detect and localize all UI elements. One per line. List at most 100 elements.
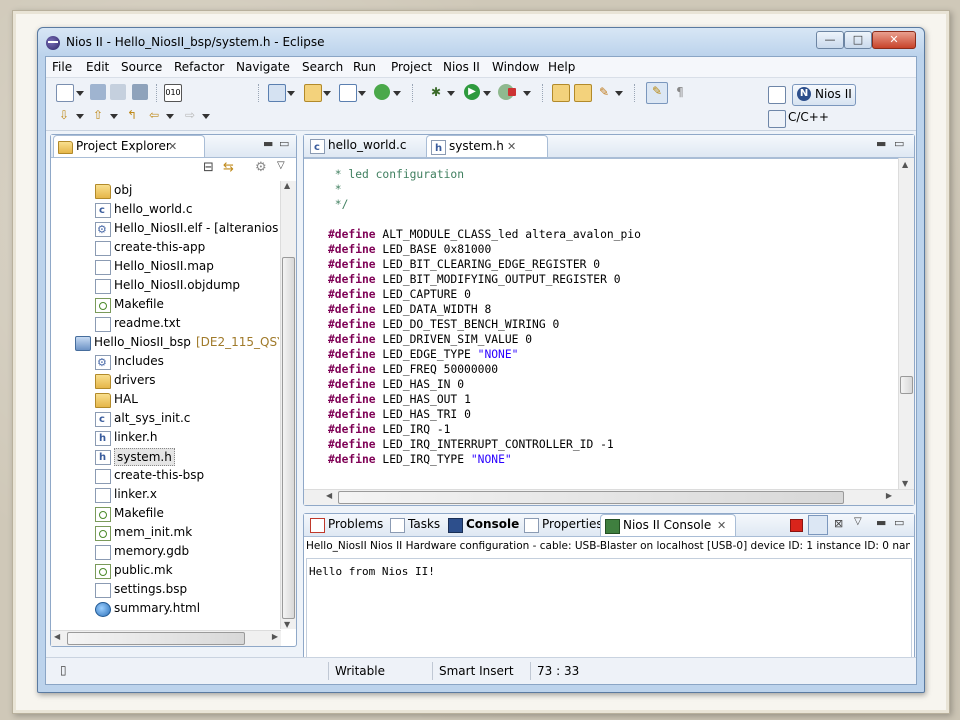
status-bar: ▯ Writable Smart Insert 73 : 33 [46, 657, 916, 684]
next-annotation-icon[interactable]: ⇩ [56, 107, 72, 123]
explorer-horizontal-scrollbar[interactable]: ◀ ▶ [51, 630, 281, 646]
close-button[interactable]: ✕ [872, 31, 916, 49]
clear-console-icon[interactable]: ⊠ [834, 517, 843, 530]
menu-navigate[interactable]: Navigate [236, 60, 290, 74]
minimize-view-icon[interactable]: ▬ [263, 137, 273, 150]
menu-help[interactable]: Help [548, 60, 575, 74]
chevron-down-icon[interactable] [483, 91, 491, 96]
perspective-c-cpp[interactable]: C/C++ [788, 110, 829, 124]
build-icon[interactable] [374, 84, 390, 100]
chevron-down-icon[interactable] [358, 91, 366, 96]
scroll-left-icon[interactable]: ◀ [326, 491, 332, 500]
menu-nios-ii[interactable]: Nios II [443, 60, 480, 74]
tab-nios-ii-console[interactable]: Nios II Console ✕ [600, 514, 736, 536]
save-all-icon[interactable] [110, 84, 126, 100]
chevron-down-icon[interactable] [76, 114, 84, 119]
pin-console-icon[interactable] [808, 515, 828, 535]
chevron-down-icon[interactable] [202, 114, 210, 119]
maximize-view-icon[interactable]: ▭ [894, 137, 904, 150]
new-folder-icon[interactable] [304, 84, 322, 102]
last-edit-icon[interactable]: ↰ [124, 107, 140, 123]
show-whitespace-icon[interactable]: ¶ [672, 84, 688, 100]
tab-project-explorer[interactable]: Project Explorer ✕ [53, 135, 205, 157]
tab-system-h[interactable]: system.h ✕ [426, 135, 548, 159]
scroll-thumb[interactable] [67, 632, 245, 645]
tab-properties[interactable]: Properties [520, 514, 606, 535]
c-cpp-perspective-icon[interactable] [768, 110, 786, 128]
tab-console[interactable]: Console [444, 514, 522, 535]
tab-tasks[interactable]: Tasks [386, 514, 452, 535]
scroll-down-icon[interactable]: ▼ [902, 479, 908, 488]
scroll-thumb[interactable] [282, 257, 295, 619]
run-icon[interactable]: ▶ [464, 84, 480, 100]
chevron-down-icon[interactable] [323, 91, 331, 96]
close-icon[interactable]: ✕ [507, 136, 516, 157]
minimize-view-icon[interactable]: ▬ [876, 137, 886, 150]
minimize-view-icon[interactable]: ▬ [876, 516, 886, 529]
scroll-down-icon[interactable]: ▼ [284, 620, 290, 629]
explorer-vertical-scrollbar[interactable]: ▲ ▼ [280, 181, 296, 629]
fast-view-icon[interactable]: ▯ [60, 663, 67, 677]
chevron-down-icon[interactable] [393, 91, 401, 96]
toggle-mark-occurrences-icon[interactable]: ✎ [646, 82, 668, 104]
menu-window[interactable]: Window [492, 60, 539, 74]
tab-hello-world-c[interactable]: hello_world.c [306, 135, 428, 158]
new-c-project-icon[interactable] [268, 84, 286, 102]
forward-icon[interactable]: ⇨ [182, 107, 198, 123]
link-with-editor-icon[interactable]: ⇆ [223, 160, 234, 175]
print-icon[interactable] [132, 84, 148, 100]
menu-run[interactable]: Run [353, 60, 376, 74]
editor-horizontal-scrollbar[interactable]: ◀ ▶ [304, 489, 914, 505]
perspective-nios-ii[interactable]: N Nios II [792, 84, 856, 106]
open-perspective-icon[interactable] [768, 86, 786, 104]
new-source-icon[interactable] [339, 84, 357, 102]
debug-icon[interactable]: ✱ [428, 84, 444, 100]
minimize-button[interactable]: — [816, 31, 844, 49]
scroll-right-icon[interactable]: ▶ [886, 491, 892, 500]
filter-icon[interactable]: ⚙ [255, 160, 267, 175]
chevron-down-icon[interactable] [523, 91, 531, 96]
menu-refactor[interactable]: Refactor [174, 60, 224, 74]
console-panel: Problems Tasks Console Properties Nios I… [303, 513, 915, 679]
save-icon[interactable] [90, 84, 106, 100]
tab-problems[interactable]: Problems [306, 514, 384, 535]
editor-vertical-scrollbar[interactable]: ▲ ▼ [898, 158, 914, 490]
chevron-down-icon[interactable] [110, 114, 118, 119]
tab-label: Tasks [408, 517, 441, 531]
back-icon[interactable]: ⇦ [146, 107, 162, 123]
scroll-thumb[interactable] [900, 376, 913, 394]
chevron-down-icon[interactable] [76, 91, 84, 96]
code-editor[interactable]: * led configuration * */ #define ALT_MODU… [304, 158, 899, 490]
elf-file-icon [95, 220, 111, 239]
chevron-down-icon[interactable] [447, 91, 455, 96]
new-icon[interactable] [56, 84, 74, 102]
chevron-down-icon[interactable] [166, 114, 174, 119]
chevron-down-icon[interactable] [615, 91, 623, 96]
scroll-up-icon[interactable]: ▲ [284, 181, 290, 190]
tab-label: Problems [328, 517, 384, 531]
close-icon[interactable]: ✕ [717, 515, 726, 536]
maximize-view-icon[interactable]: ▭ [894, 516, 904, 529]
search-icon[interactable]: ✎ [596, 84, 612, 100]
open-folder-icon[interactable] [574, 84, 592, 102]
menu-source[interactable]: Source [121, 60, 162, 74]
open-type-icon[interactable] [552, 84, 570, 102]
previous-annotation-icon[interactable]: ⇧ [90, 107, 106, 123]
menu-file[interactable]: File [52, 60, 72, 74]
scroll-thumb[interactable] [338, 491, 844, 504]
binary-icon[interactable]: 010 [164, 84, 182, 102]
scroll-up-icon[interactable]: ▲ [902, 160, 908, 169]
maximize-button[interactable]: □ [844, 31, 872, 49]
chevron-down-icon[interactable] [287, 91, 295, 96]
menu-project[interactable]: Project [391, 60, 432, 74]
terminate-icon[interactable] [790, 519, 803, 532]
close-icon[interactable]: ✕ [168, 136, 177, 157]
scroll-right-icon[interactable]: ▶ [272, 632, 278, 641]
scroll-left-icon[interactable]: ◀ [54, 632, 60, 641]
menu-edit[interactable]: Edit [86, 60, 109, 74]
maximize-view-icon[interactable]: ▭ [279, 137, 289, 150]
menu-search[interactable]: Search [302, 60, 343, 74]
collapse-all-icon[interactable]: ⊟ [203, 160, 214, 175]
view-menu-icon[interactable]: ▽ [277, 160, 285, 171]
view-menu-icon[interactable]: ▽ [854, 516, 862, 527]
